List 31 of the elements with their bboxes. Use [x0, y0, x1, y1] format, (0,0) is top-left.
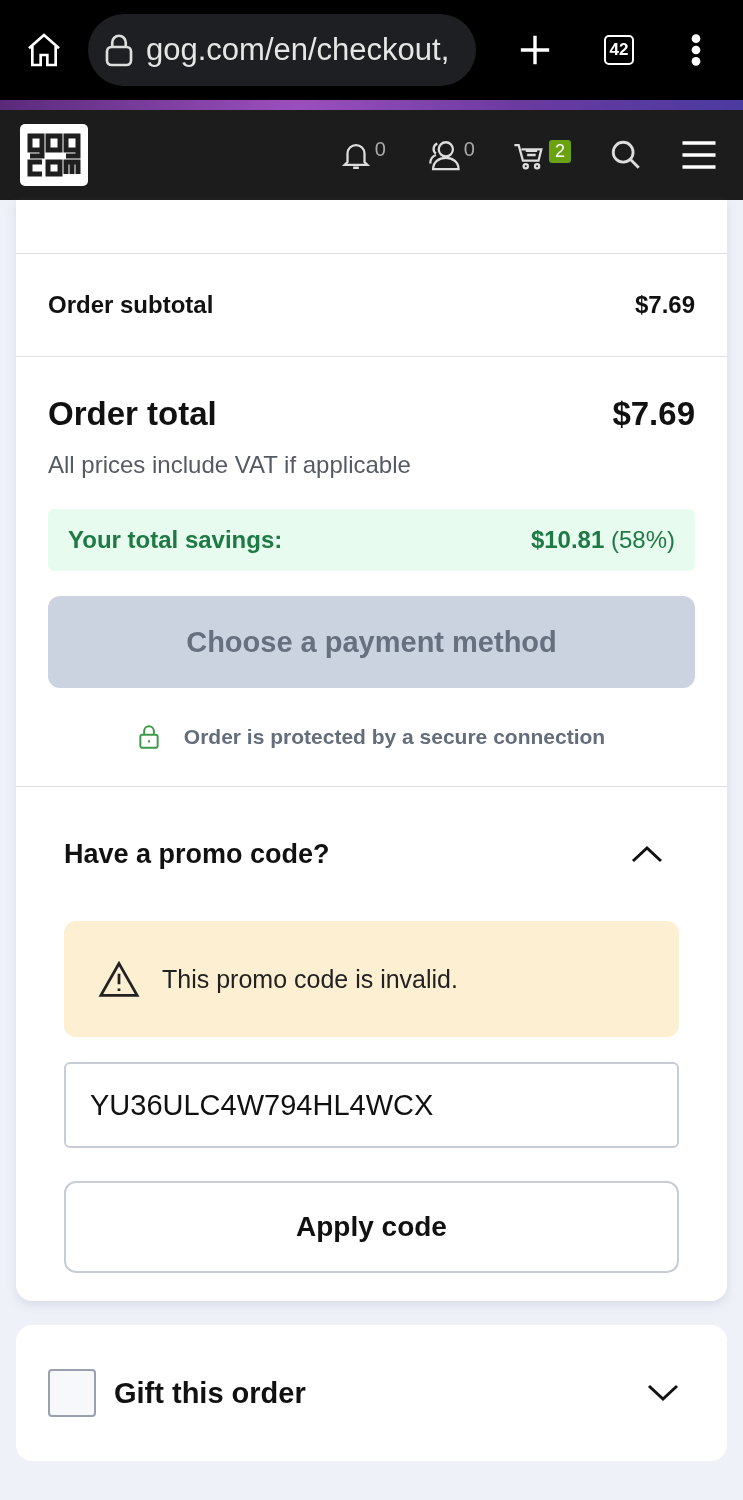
secure-note: Order is protected by a secure connection — [183, 725, 606, 749]
total-label: Order total — [48, 395, 217, 433]
savings-label: Your total savings: — [68, 526, 283, 554]
lock-icon — [137, 724, 160, 750]
notification-count: 0 — [374, 138, 386, 161]
warning-icon — [98, 960, 140, 998]
apply-code-button[interactable]: Apply code — [64, 1181, 679, 1273]
chevron-down-icon[interactable] — [647, 1383, 679, 1403]
more-icon[interactable] — [690, 33, 702, 67]
lock-icon — [104, 33, 134, 67]
url-text: gog.com/en/checkout, — [146, 32, 450, 68]
gift-label: Gift this order — [114, 1376, 307, 1410]
cart-count-badge: 2 — [549, 140, 571, 163]
chevron-up-icon[interactable] — [631, 844, 663, 864]
menu-icon[interactable] — [681, 138, 717, 172]
promo-toggle[interactable]: Have a promo code? — [64, 787, 679, 921]
warning-message: This promo code is invalid. — [162, 964, 458, 994]
subtotal-label: Order subtotal — [48, 291, 214, 319]
promo-heading: Have a promo code? — [64, 838, 330, 870]
friends-count: 0 — [463, 138, 475, 161]
tab-count-button[interactable]: 42 — [604, 35, 634, 65]
subtotal-amount: $7.69 — [634, 291, 695, 319]
savings-amount: $10.81 (58%) — [530, 526, 675, 554]
total-amount: $7.69 — [612, 395, 695, 433]
search-icon[interactable] — [609, 138, 643, 172]
plus-icon[interactable] — [518, 33, 552, 67]
address-bar[interactable]: gog.com/en/checkout, — [88, 14, 476, 86]
logo-icon[interactable] — [20, 124, 88, 186]
gift-checkbox[interactable] — [48, 1369, 96, 1417]
vat-note: All prices include VAT if applicable — [48, 451, 412, 479]
promo-code-field[interactable]: YU36ULC4W794HL4WCX — [64, 1062, 679, 1148]
